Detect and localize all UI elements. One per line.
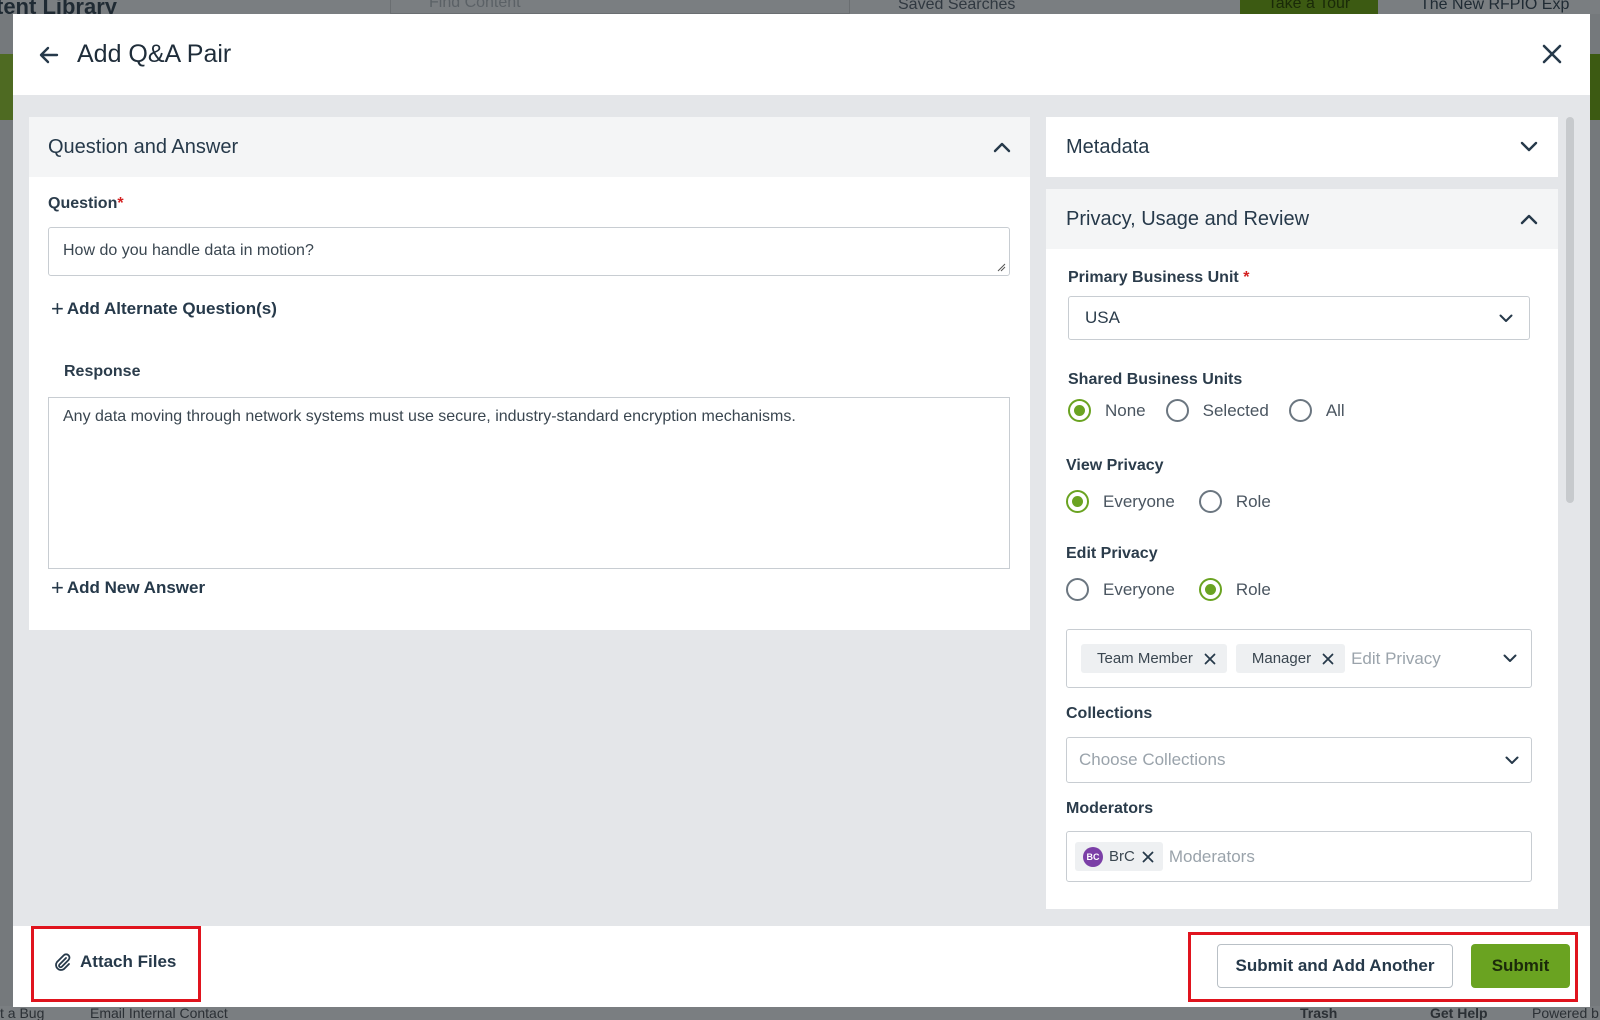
resize-grip-icon[interactable] (996, 262, 1006, 272)
radio-view-role[interactable]: Role (1198, 490, 1271, 513)
response-editor[interactable]: Any data moving through network systems … (48, 397, 1010, 569)
avatar: BC (1083, 846, 1103, 867)
metadata-section-header[interactable]: Metadata (1046, 117, 1558, 177)
collections-label: Collections (1066, 705, 1153, 722)
edit-privacy-radios: Everyone Role (1066, 578, 1291, 601)
edit-privacy-label: Edit Privacy (1066, 545, 1158, 562)
qa-panel-header[interactable]: Question and Answer (29, 117, 1030, 177)
role-tag-team-member: Team Member (1081, 644, 1227, 673)
add-alternate-question-button[interactable]: + Add Alternate Question(s) (51, 296, 277, 321)
radio-shared-selected[interactable]: Selected (1165, 399, 1269, 422)
background-new-banner: The New RFPIO Exp (1420, 0, 1570, 13)
background-footer: t a Bug Email Internal Contact Trash Get… (0, 1005, 1600, 1020)
privacy-section-header[interactable]: Privacy, Usage and Review (1046, 189, 1558, 249)
collections-select[interactable]: Choose Collections (1066, 737, 1532, 783)
add-new-answer-button[interactable]: + Add New Answer (51, 575, 205, 600)
response-text: Any data moving through network systems … (63, 408, 796, 425)
primary-business-unit-label: Primary Business Unit * (1068, 269, 1250, 286)
radio-shared-all[interactable]: All (1288, 399, 1345, 422)
role-tag-manager: Manager (1235, 644, 1346, 673)
close-icon (1542, 44, 1562, 64)
remove-tag-icon[interactable] (1203, 652, 1217, 666)
moderators-input[interactable]: BC BrC Moderators (1066, 831, 1532, 882)
plus-icon: + (51, 575, 64, 600)
paperclip-icon (55, 953, 71, 971)
question-value: How do you handle data in motion? (63, 242, 314, 259)
modal-footer: Attach Files Submit and Add Another Subm… (13, 926, 1590, 1007)
response-label: Response (64, 363, 141, 380)
chevron-down-icon (1520, 141, 1538, 152)
moderators-label: Moderators (1066, 800, 1154, 817)
radio-shared-none[interactable]: None (1068, 399, 1146, 422)
metadata-title: Metadata (1066, 135, 1150, 158)
background-left-column (0, 14, 13, 1020)
chevron-up-icon (1520, 214, 1538, 225)
radio-edit-role[interactable]: Role (1198, 578, 1271, 601)
shared-business-units-label: Shared Business Units (1068, 371, 1243, 388)
view-privacy-radios: Everyone Role (1066, 490, 1291, 513)
modal-body: Question and Answer Question* How do you… (13, 95, 1590, 926)
arrow-left-icon (39, 46, 59, 63)
question-label: Question* (48, 195, 124, 212)
privacy-section: Privacy, Usage and Review Primary Busine… (1046, 189, 1558, 909)
question-input[interactable]: How do you handle data in motion? (48, 227, 1010, 276)
background-search: Find Content (390, 0, 850, 14)
chevron-down-icon (1503, 654, 1517, 662)
privacy-title: Privacy, Usage and Review (1066, 207, 1310, 230)
attach-files-button[interactable]: Attach Files (53, 952, 176, 972)
chevron-up-icon[interactable] (993, 141, 1011, 153)
view-privacy-label: View Privacy (1066, 457, 1164, 474)
shared-business-units-radios: None Selected All (1068, 399, 1365, 422)
background-saved-searches: Saved Searches (898, 0, 1016, 13)
close-button[interactable] (1538, 40, 1566, 68)
right-sidebar: Metadata Privacy, Usage and Review Prima… (1046, 117, 1558, 909)
plus-icon: + (51, 296, 64, 321)
submit-button[interactable]: Submit (1471, 944, 1570, 988)
chevron-down-icon (1499, 314, 1513, 322)
background-green-block (0, 54, 13, 120)
moderator-tag: BC BrC (1075, 842, 1163, 871)
back-button[interactable] (35, 41, 63, 69)
qa-panel-title: Question and Answer (48, 135, 239, 158)
remove-tag-icon[interactable] (1321, 652, 1335, 666)
modal-header: Add Q&A Pair (13, 14, 1590, 95)
qa-panel: Question and Answer Question* How do you… (29, 117, 1030, 630)
submit-and-add-another-button[interactable]: Submit and Add Another (1217, 944, 1453, 988)
add-qa-modal: Add Q&A Pair Question and Answer Questio… (13, 14, 1590, 1007)
required-mark: * (117, 195, 124, 212)
background-tour-button: Take a Tour (1240, 0, 1378, 14)
edit-privacy-roles-select[interactable]: Team Member Manager Edit Privacy (1066, 629, 1532, 688)
chevron-down-icon (1505, 756, 1519, 764)
radio-edit-everyone[interactable]: Everyone (1066, 578, 1175, 601)
radio-view-everyone[interactable]: Everyone (1066, 490, 1175, 513)
sidebar-scrollbar[interactable] (1566, 117, 1574, 503)
primary-business-unit-select[interactable]: USA (1068, 296, 1530, 340)
remove-moderator-icon[interactable] (1141, 850, 1155, 864)
modal-title: Add Q&A Pair (77, 40, 232, 68)
edit-privacy-placeholder: Edit Privacy (1351, 648, 1441, 668)
